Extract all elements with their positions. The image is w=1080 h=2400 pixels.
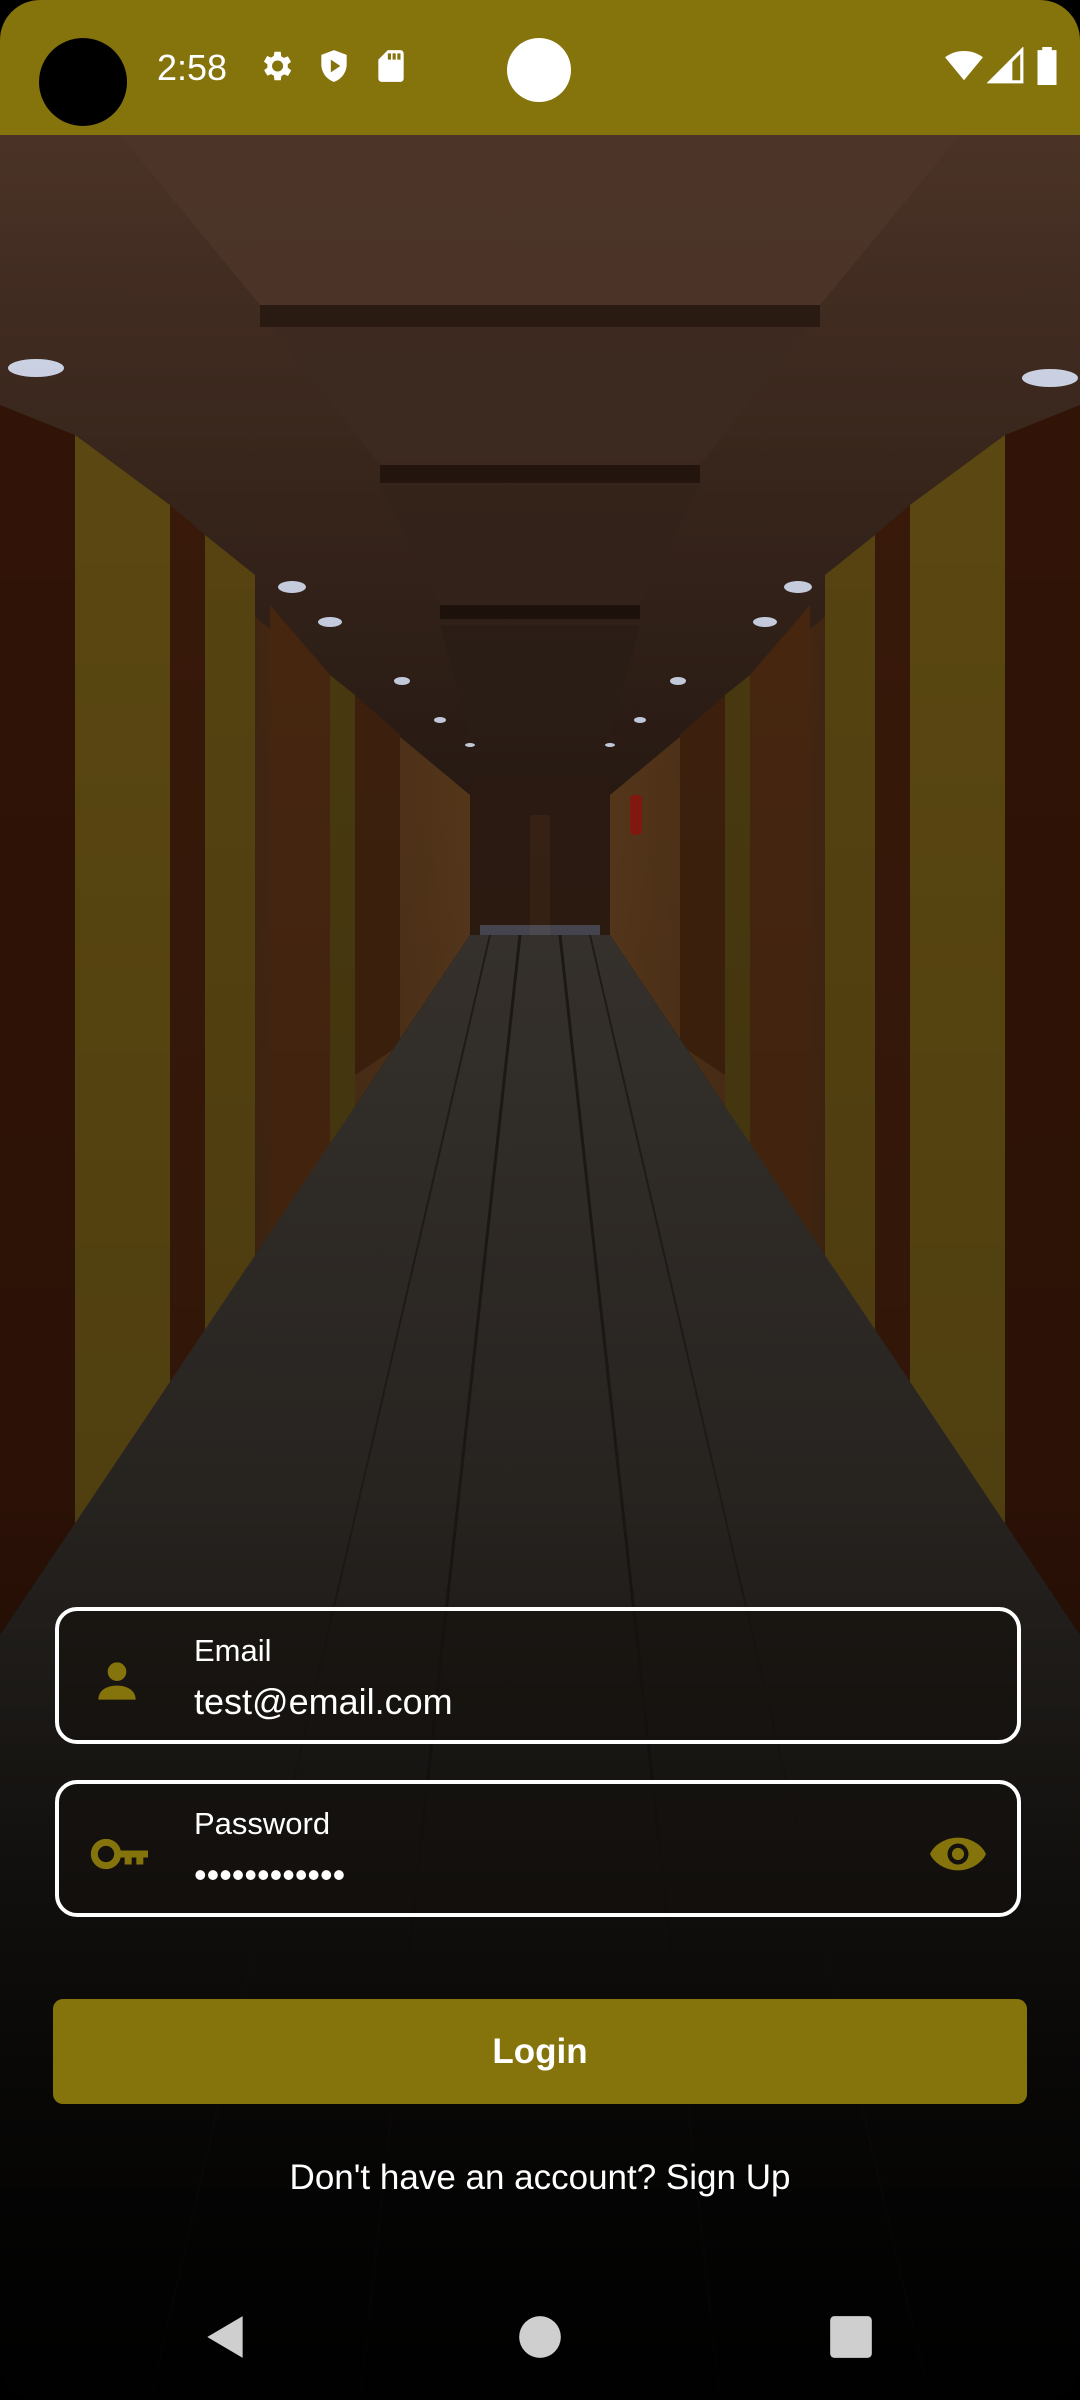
password-label: Password: [194, 1806, 331, 1841]
shield-play-icon: [321, 50, 347, 82]
sd-card-icon: [378, 50, 404, 82]
email-field[interactable]: Email test@email.com: [55, 1607, 1021, 1744]
home-icon[interactable]: [515, 2312, 565, 2362]
email-label: Email: [194, 1633, 272, 1668]
signal-icon: [987, 47, 1024, 84]
status-time: 2:58: [157, 47, 228, 88]
email-value[interactable]: test@email.com: [194, 1681, 453, 1723]
password-field[interactable]: Password ••••••••••••: [55, 1780, 1021, 1917]
battery-icon: [1037, 47, 1057, 85]
wifi-icon: [945, 50, 983, 81]
gear-icon: [263, 51, 292, 81]
back-icon[interactable]: [201, 2312, 251, 2362]
person-icon: [98, 1662, 136, 1700]
signup-link[interactable]: Don't have an account? Sign Up: [0, 2158, 1080, 2198]
key-icon: [90, 1838, 148, 1870]
status-bar: 2:58: [0, 0, 1080, 135]
password-value[interactable]: ••••••••••••: [194, 1854, 345, 1896]
recents-icon[interactable]: [826, 2312, 876, 2362]
notification-dot: [507, 38, 571, 102]
login-button[interactable]: Login: [53, 1999, 1027, 2104]
eye-icon[interactable]: [927, 1826, 989, 1882]
login-screen: 2:58 Email test@email.com Password •••••…: [0, 0, 1080, 2400]
camera-cutout: [39, 38, 127, 126]
